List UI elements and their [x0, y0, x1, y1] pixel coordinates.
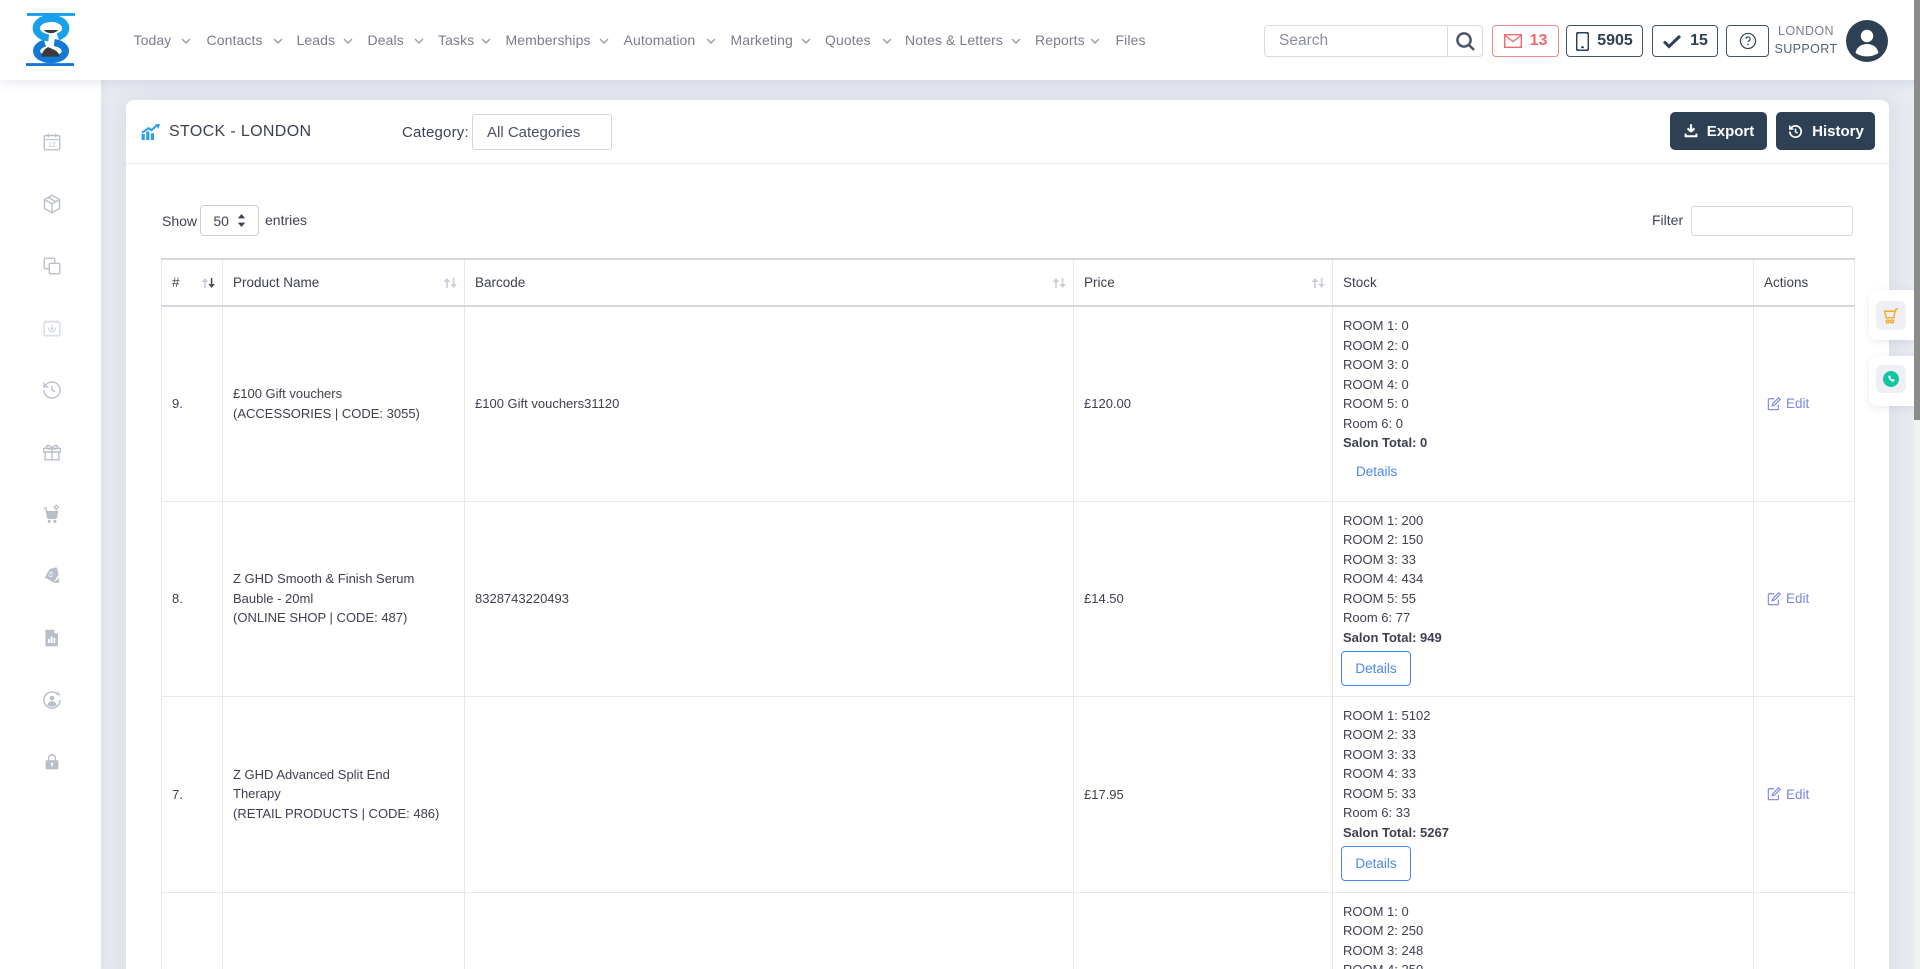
svg-text:12: 12	[48, 142, 56, 149]
